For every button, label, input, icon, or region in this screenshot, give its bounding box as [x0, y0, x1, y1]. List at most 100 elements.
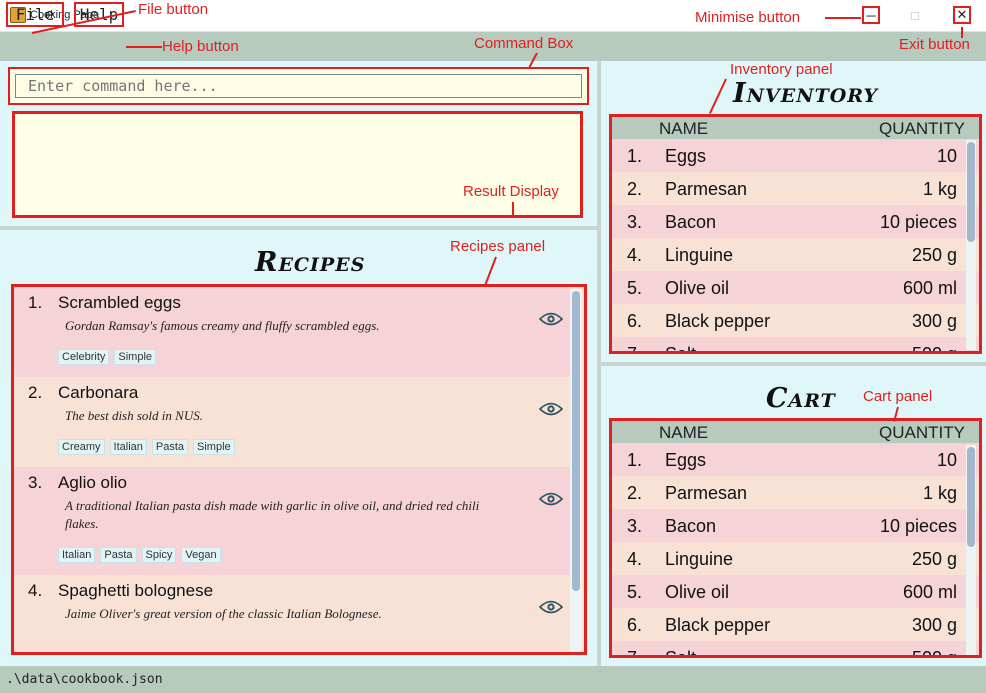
inventory-name-column-header[interactable]: NAME	[659, 119, 708, 139]
ingredient-name: Bacon	[665, 212, 717, 232]
annotation-exit-button: Exit button	[899, 36, 970, 53]
ingredient-quantity: 250 g	[911, 245, 957, 265]
ingredient-quantity: 500 g	[911, 648, 957, 658]
file-menu-button[interactable]: File	[6, 2, 64, 27]
cart-table-row[interactable]: 4. Linguine 250 g	[612, 542, 979, 575]
ingredient-name: Black pepper	[665, 615, 771, 635]
cart-table-row[interactable]: 2. Parmesan 1 kg	[612, 476, 979, 509]
command-box	[8, 67, 589, 105]
recipes-scrollbar-thumb[interactable]	[572, 291, 580, 591]
annotation-recipes-panel: Recipes panel	[450, 238, 546, 255]
annotation-line-help	[126, 46, 162, 48]
inventory-table-header: NAME QUANTITY	[612, 117, 979, 139]
row-index: 5.	[627, 582, 643, 602]
cart-table-row[interactable]: 5. Olive oil 600 ml	[612, 575, 979, 608]
ingredient-name: Eggs	[665, 146, 707, 166]
ingredient-quantity: 1 kg	[922, 483, 957, 503]
annotation-file-button: File button	[138, 1, 209, 18]
inventory-table-row[interactable]: 7. Salt 500 g	[612, 337, 979, 354]
recipe-description: Jaime Oliver's great version of the clas…	[65, 606, 382, 621]
ingredient-name: Parmesan	[665, 483, 748, 503]
row-index: 7.	[627, 344, 643, 354]
inventory-table-row[interactable]: 5. Olive oil 600 ml	[612, 271, 979, 304]
ingredient-name: Linguine	[665, 245, 734, 265]
recipe-description: A traditional Italian pasta dish made wi…	[65, 498, 480, 531]
recipe-tag: Simple	[114, 349, 157, 365]
recipe-tag: Simple	[193, 439, 235, 455]
view-recipe-eye-icon[interactable]	[539, 599, 563, 615]
annotation-line-exit	[961, 27, 963, 38]
cart-scrollbar-thumb[interactable]	[967, 447, 975, 547]
recipe-name: Spaghetti bolognese	[58, 581, 214, 600]
maximise-button[interactable]: □	[906, 6, 924, 24]
minimise-button[interactable]: ─	[862, 6, 880, 24]
ingredient-quantity: 10 pieces	[879, 212, 957, 232]
inventory-heading: Inventory	[733, 78, 879, 109]
inventory-table-row[interactable]: 2. Parmesan 1 kg	[612, 172, 979, 205]
recipe-tag: Celebrity	[58, 349, 110, 365]
ingredient-name: Salt	[665, 648, 697, 658]
inventory-table: NAME QUANTITY 1. Eggs 10 2. Parmesan 1 kg 3. Ba…	[609, 114, 982, 354]
inventory-table-row[interactable]: 4. Linguine 250 g	[612, 238, 979, 271]
ingredient-quantity: 600 ml	[902, 278, 957, 298]
view-recipe-eye-icon[interactable]	[539, 491, 563, 507]
recipe-description: The best dish sold in NUS.	[65, 408, 203, 423]
ingredient-name: Eggs	[665, 450, 707, 470]
annotation-inventory-panel: Inventory panel	[730, 61, 833, 78]
annotation-line-minimise	[825, 17, 861, 19]
ingredient-name: Olive oil	[665, 582, 730, 602]
row-index: 7.	[627, 648, 643, 658]
cart-table-header: NAME QUANTITY	[612, 421, 979, 443]
cart-table-row[interactable]: 6. Black pepper 300 g	[612, 608, 979, 641]
inventory-table-row[interactable]: 3. Bacon 10 pieces	[612, 205, 979, 238]
row-index: 3.	[627, 516, 643, 536]
row-index: 2.	[627, 179, 643, 199]
ingredient-quantity: 300 g	[911, 615, 957, 635]
cart-table-row[interactable]: 3. Bacon 10 pieces	[612, 509, 979, 542]
annotation-result-display: Result Display	[463, 183, 559, 200]
recipe-card[interactable]: 4. Spaghetti bolognese Jaime Oliver's grea…	[14, 575, 570, 652]
inventory-table-row[interactable]: 6. Black pepper 300 g	[612, 304, 979, 337]
recipes-heading: Recipes	[255, 247, 366, 278]
cart-table: NAME QUANTITY 1. Eggs 10 2. Parmesan 1 kg 3. Ba…	[609, 418, 982, 658]
annotation-help-button: Help button	[162, 38, 239, 55]
ingredient-quantity: 250 g	[911, 549, 957, 569]
command-input[interactable]	[15, 74, 582, 98]
recipe-title: 3. Aglio olio	[28, 473, 570, 493]
inventory-scrollbar-thumb[interactable]	[967, 142, 975, 242]
recipe-card[interactable]: 3. Aglio olio A traditional Italian pasta …	[14, 467, 570, 575]
cart-name-column-header[interactable]: NAME	[659, 423, 708, 443]
ingredient-quantity: 10 pieces	[879, 516, 957, 536]
row-index: 6.	[627, 311, 643, 331]
ingredient-quantity: 300 g	[911, 311, 957, 331]
view-recipe-eye-icon[interactable]	[539, 401, 563, 417]
row-index: 4.	[627, 245, 643, 265]
recipe-tags: Celebrity Simple	[58, 349, 570, 377]
recipe-title: 4. Spaghetti bolognese	[28, 581, 570, 601]
recipe-description: Gordan Ramsay's famous creamy and fluffy…	[65, 318, 380, 333]
cart-table-body: 1. Eggs 10 2. Parmesan 1 kg 3. Bacon 10 pieces 4.…	[612, 443, 979, 658]
recipe-tag: Pasta	[100, 547, 137, 563]
exit-button[interactable]: ✕	[953, 6, 971, 24]
annotation-minimise-button: Minimise button	[695, 9, 801, 26]
view-recipe-eye-icon[interactable]	[539, 311, 563, 327]
inventory-table-row[interactable]: 1. Eggs 10	[612, 139, 979, 172]
recipes-list[interactable]: 1. Scrambled eggs Gordan Ramsay's famous c…	[11, 284, 587, 655]
status-bar: .\data\cookbook.json	[0, 666, 986, 693]
cart-table-row[interactable]: 1. Eggs 10	[612, 443, 979, 476]
result-display	[12, 111, 583, 218]
inventory-quantity-column-header[interactable]: QUANTITY	[879, 119, 965, 139]
recipe-name: Carbonara	[58, 383, 139, 402]
ingredient-quantity: 10	[936, 146, 957, 166]
annotation-cart-panel: Cart panel	[863, 388, 933, 405]
cart-table-row[interactable]: 7. Salt 500 g	[612, 641, 979, 658]
recipe-name: Scrambled eggs	[58, 293, 181, 312]
ingredient-name: Salt	[665, 344, 697, 354]
recipe-card[interactable]: 1. Scrambled eggs Gordan Ramsay's famous c…	[14, 287, 570, 377]
ingredient-name: Olive oil	[665, 278, 730, 298]
row-index: 2.	[627, 483, 643, 503]
recipe-tag: Pasta	[151, 439, 189, 455]
recipe-card[interactable]: 2. Carbonara The best dish sold in NUS. Cre…	[14, 377, 570, 467]
cart-quantity-column-header[interactable]: QUANTITY	[879, 423, 965, 443]
ingredient-quantity: 10	[936, 450, 957, 470]
